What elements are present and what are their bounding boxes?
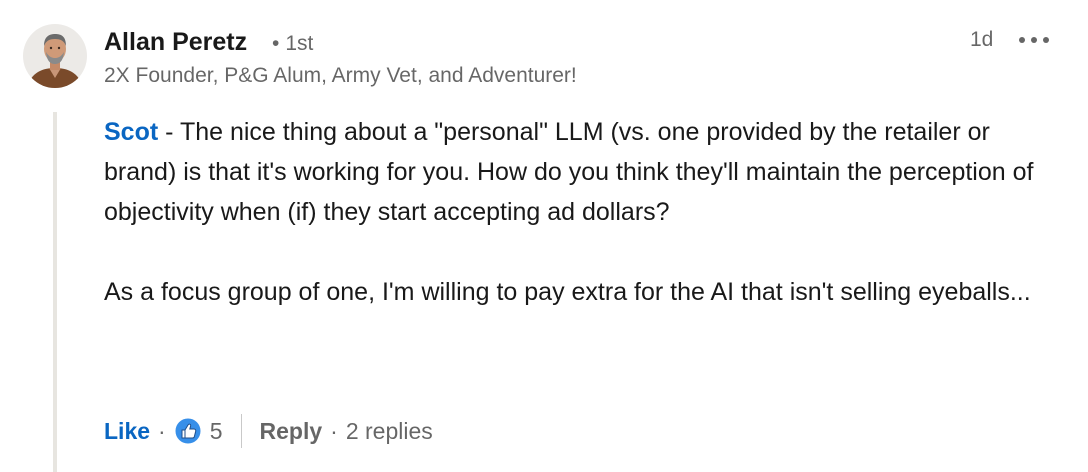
comment-paragraph: Scot - The nice thing about a "personal"… bbox=[104, 112, 1064, 232]
comment-text: As a focus group of one, I'm willing to … bbox=[104, 278, 1031, 306]
more-options-button[interactable] bbox=[1012, 22, 1056, 58]
comment: Allan Peretz • 1st 2X Founder, P&G Alum, … bbox=[0, 0, 1088, 472]
author-name[interactable]: Allan Peretz bbox=[104, 28, 247, 57]
mention-link[interactable]: Scot bbox=[104, 118, 158, 146]
avatar-photo bbox=[23, 24, 87, 88]
separator-dot: · bbox=[158, 417, 166, 444]
separator-dot: · bbox=[330, 417, 338, 444]
connection-degree: • 1st bbox=[272, 32, 313, 56]
more-horizontal-icon bbox=[1019, 37, 1049, 43]
comment-text: - The nice thing about a "personal" LLM … bbox=[104, 118, 1034, 226]
degree-separator: • bbox=[272, 32, 280, 55]
comment-paragraph: As a focus group of one, I'm willing to … bbox=[104, 272, 1064, 312]
reaction-count[interactable]: 5 bbox=[210, 418, 223, 445]
like-thumbs-up-icon[interactable] bbox=[174, 417, 202, 445]
comment-actions: Like · 5 Reply · 2 replies bbox=[104, 413, 433, 449]
comment-body: Scot - The nice thing about a "personal"… bbox=[104, 112, 1064, 312]
avatar[interactable] bbox=[23, 24, 87, 88]
action-divider bbox=[240, 414, 242, 448]
author-headline: 2X Founder, P&G Alum, Army Vet, and Adve… bbox=[104, 64, 577, 87]
replies-count-link[interactable]: 2 replies bbox=[346, 418, 433, 445]
degree-label: 1st bbox=[285, 32, 314, 55]
thread-line bbox=[53, 112, 57, 472]
reply-button[interactable]: Reply bbox=[260, 418, 323, 445]
comment-timestamp: 1d bbox=[970, 28, 994, 51]
like-button[interactable]: Like bbox=[104, 418, 150, 445]
